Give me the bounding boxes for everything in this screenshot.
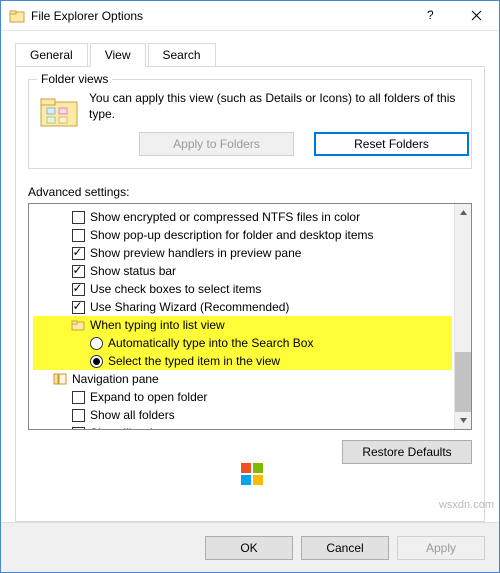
folder-views-description: You can apply this view (such as Details… — [89, 90, 469, 122]
checkbox-icon[interactable] — [71, 210, 85, 224]
scroll-down-button[interactable] — [455, 412, 471, 429]
titlebar: File Explorer Options ? — [1, 1, 499, 31]
tab-view[interactable]: View — [90, 43, 146, 67]
window-title: File Explorer Options — [31, 9, 407, 23]
tab-body-view: Folder views You can apply thi — [15, 66, 485, 522]
radio-icon[interactable] — [89, 336, 103, 350]
reset-folders-button[interactable]: Reset Folders — [314, 132, 469, 156]
restore-defaults-button[interactable]: Restore Defaults — [342, 440, 472, 464]
tree-row[interactable]: Show encrypted or compressed NTFS files … — [33, 208, 452, 226]
advanced-settings-tree: Show encrypted or compressed NTFS files … — [28, 203, 472, 430]
navpane-icon — [53, 372, 67, 386]
tree-row-label: Use Sharing Wizard (Recommended) — [90, 300, 289, 314]
checkbox-icon[interactable] — [71, 300, 85, 314]
checkbox-icon[interactable] — [71, 426, 85, 429]
apply-to-folders-button[interactable]: Apply to Folders — [139, 132, 294, 156]
folder-views-icon — [39, 94, 79, 128]
logo-overlay — [241, 463, 263, 485]
advanced-tree-viewport[interactable]: Show encrypted or compressed NTFS files … — [29, 204, 454, 429]
tree-row[interactable]: Show status bar — [33, 262, 452, 280]
tree-row[interactable]: Show pop-up description for folder and d… — [33, 226, 452, 244]
tree-row[interactable]: Show all folders — [33, 406, 452, 424]
tab-general[interactable]: General — [15, 43, 88, 67]
checkbox-icon[interactable] — [71, 264, 85, 278]
tree-row-label: Show libraries — [90, 426, 165, 429]
checkbox-icon[interactable] — [71, 282, 85, 296]
cancel-button[interactable]: Cancel — [301, 536, 389, 560]
tree-row[interactable]: Use Sharing Wizard (Recommended) — [33, 298, 452, 316]
watermark: wsxdn.com — [439, 499, 494, 511]
tree-row[interactable]: Show libraries — [33, 424, 452, 429]
tree-row[interactable]: Navigation pane — [33, 370, 452, 388]
scroll-thumb[interactable] — [455, 352, 471, 412]
tab-search[interactable]: Search — [148, 43, 216, 67]
tree-row-label: Automatically type into the Search Box — [108, 336, 313, 350]
checkbox-icon[interactable] — [71, 408, 85, 422]
folder-views-group: Folder views You can apply thi — [28, 79, 472, 169]
tree-row[interactable]: Expand to open folder — [33, 388, 452, 406]
svg-text:?: ? — [427, 10, 434, 21]
scrollbar[interactable] — [454, 204, 471, 429]
tree-row-label: Show all folders — [90, 408, 175, 422]
checkbox-icon[interactable] — [71, 390, 85, 404]
tree-row[interactable]: Use check boxes to select items — [33, 280, 452, 298]
tree-row-label: Use check boxes to select items — [90, 282, 261, 296]
scroll-up-button[interactable] — [455, 204, 471, 221]
tree-row-label: Expand to open folder — [90, 390, 207, 404]
radio-icon[interactable] — [89, 354, 103, 368]
tree-row-label: Select the typed item in the view — [108, 354, 280, 368]
scroll-track-top[interactable] — [455, 221, 471, 352]
dialog-buttons: OK Cancel Apply — [1, 522, 499, 572]
folder-options-icon — [9, 8, 25, 24]
checkbox-icon[interactable] — [71, 228, 85, 242]
apply-button[interactable]: Apply — [397, 536, 485, 560]
folder-icon — [71, 318, 85, 332]
tree-row-label: Navigation pane — [72, 372, 159, 386]
close-button[interactable] — [453, 1, 499, 31]
checkbox-icon[interactable] — [71, 246, 85, 260]
tree-row-label: Show preview handlers in preview pane — [90, 246, 301, 260]
tree-row[interactable]: When typing into list view — [33, 316, 452, 334]
tree-row-label: Show encrypted or compressed NTFS files … — [90, 210, 360, 224]
tree-row[interactable]: Automatically type into the Search Box — [33, 334, 452, 352]
content: General View Search Folder views — [1, 31, 499, 522]
tree-row-label: When typing into list view — [90, 318, 225, 332]
tree-row[interactable]: Select the typed item in the view — [33, 352, 452, 370]
ok-button[interactable]: OK — [205, 536, 293, 560]
advanced-settings-label: Advanced settings: — [28, 185, 472, 199]
tree-row-label: Show pop-up description for folder and d… — [90, 228, 374, 242]
tree-row[interactable]: Show preview handlers in preview pane — [33, 244, 452, 262]
help-button[interactable]: ? — [407, 1, 453, 31]
tabs: General View Search — [15, 43, 485, 67]
folder-views-legend: Folder views — [37, 72, 112, 86]
tree-row-label: Show status bar — [90, 264, 176, 278]
window: File Explorer Options ? General View Sea… — [0, 0, 500, 573]
